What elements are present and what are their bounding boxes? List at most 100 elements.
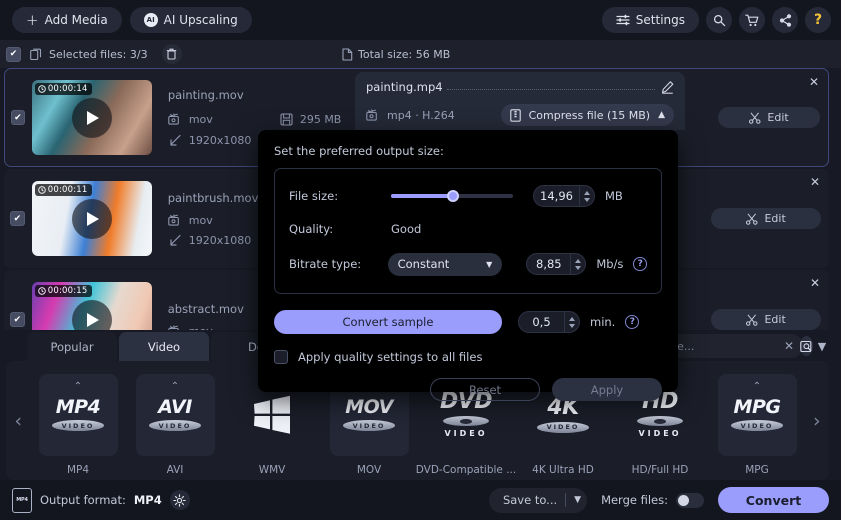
bitrate-unit: Mb/s xyxy=(596,257,624,271)
scissors-icon xyxy=(749,111,761,124)
format-settings-button[interactable] xyxy=(169,490,190,510)
file-size-value[interactable]: 14,96 xyxy=(534,189,579,203)
collapse-presets-button[interactable]: ▼ xyxy=(811,336,833,356)
edit-button[interactable]: Edit xyxy=(718,107,820,128)
bitrate-help-icon[interactable]: ? xyxy=(633,257,647,271)
slider-handle[interactable] xyxy=(447,190,459,202)
merge-files-control[interactable]: Merge files: xyxy=(601,492,704,508)
cart-icon-button[interactable] xyxy=(739,7,765,33)
caret-up-icon[interactable] xyxy=(584,190,590,195)
apply-button[interactable]: Apply xyxy=(552,378,662,401)
video-thumbnail[interactable]: 00:00:15 xyxy=(31,282,152,330)
reset-button[interactable]: Reset xyxy=(430,378,540,401)
stepper-arrows[interactable] xyxy=(579,186,594,206)
bitrate-mode-value: Constant xyxy=(397,257,450,271)
preset-mp4[interactable]: ⌃ MP4 VIDEO MP4 xyxy=(31,373,126,476)
preset-mpg[interactable]: ⌃ MPG VIDEO MPG xyxy=(710,373,805,476)
row-checkbox[interactable]: ✔ xyxy=(11,110,25,125)
fourk-logo-icon: 4K VIDEO xyxy=(537,396,589,433)
preset-label: 4K Ultra HD xyxy=(532,463,594,476)
add-media-button[interactable]: + Add Media xyxy=(12,7,122,33)
caret-up-icon[interactable] xyxy=(569,316,575,321)
apply-label: Apply xyxy=(590,382,624,397)
settings-button[interactable]: Settings xyxy=(601,7,699,33)
gear-icon xyxy=(173,493,186,507)
clapper-icon xyxy=(168,214,179,226)
preset-label: MPG xyxy=(745,463,769,476)
quality-value: Good xyxy=(391,222,422,236)
preset-label: WMV xyxy=(258,463,286,476)
convert-button[interactable]: Convert xyxy=(718,487,829,513)
compress-file-button[interactable]: Compress file (15 MB) ▲ xyxy=(500,104,674,126)
play-button[interactable] xyxy=(71,299,112,330)
dotted-separator xyxy=(446,81,655,90)
caret-down-icon[interactable] xyxy=(575,265,582,270)
scissors-icon xyxy=(746,212,758,225)
edit-button[interactable]: Edit xyxy=(711,309,821,330)
clapper-icon xyxy=(366,109,377,121)
tab-video[interactable]: Video xyxy=(119,332,209,361)
ai-chip-icon: AI xyxy=(143,13,158,27)
output-format: MP4 Output format: MP4 xyxy=(12,487,190,513)
apply-all-checkbox[interactable] xyxy=(274,350,288,364)
file-size-row: File size: 14,96 MB xyxy=(289,183,647,209)
bitrate-value[interactable]: 8,85 xyxy=(527,257,570,271)
remove-file-button[interactable]: ✕ xyxy=(809,76,819,88)
play-button[interactable] xyxy=(71,198,112,239)
sample-value[interactable]: 0,5 xyxy=(519,315,564,329)
presets-prev-button[interactable]: ‹ xyxy=(6,410,31,432)
share-icon-button[interactable] xyxy=(772,7,798,33)
bitrate-type-select[interactable]: Constant ▼ xyxy=(387,252,503,276)
presets-next-button[interactable]: › xyxy=(805,410,830,432)
edit-label: Edit xyxy=(767,111,789,124)
merge-files-toggle[interactable] xyxy=(676,492,704,508)
dialog-title: Set the preferred output size: xyxy=(274,144,444,158)
tab-popular[interactable]: Popular xyxy=(27,332,117,361)
convert-sample-button[interactable]: Convert sample xyxy=(274,310,502,334)
play-triangle-icon xyxy=(87,312,100,327)
remove-file-button[interactable]: ✕ xyxy=(810,176,820,188)
stepper-arrows[interactable] xyxy=(570,254,585,274)
tab-label: Popular xyxy=(50,339,94,354)
duration-text: 00:00:11 xyxy=(47,185,88,195)
file-size-stepper[interactable]: 14,96 xyxy=(533,185,595,207)
resolution-text: 1920x1080 xyxy=(188,233,252,247)
ai-upscaling-button[interactable]: AI AI Upscaling xyxy=(129,7,252,33)
chevron-up-icon: ⌃ xyxy=(752,380,762,392)
compress-label: Compress file (15 MB) xyxy=(528,108,651,122)
search-icon-button[interactable] xyxy=(706,7,732,33)
caret-down-icon[interactable] xyxy=(584,197,590,202)
output-format-label: Output format: xyxy=(40,493,126,507)
sample-help-icon[interactable]: ? xyxy=(625,315,640,329)
play-triangle-icon xyxy=(87,110,100,125)
delete-selected-button[interactable] xyxy=(161,44,182,64)
mp4-logo-icon: MP4 VIDEO xyxy=(52,398,104,431)
video-thumbnail[interactable]: 00:00:11 xyxy=(31,181,152,256)
avi-logo-icon: AVI VIDEO xyxy=(149,398,201,431)
play-button[interactable] xyxy=(71,97,112,138)
stepper-arrows[interactable] xyxy=(564,312,579,332)
preset-label: MOV xyxy=(356,463,382,476)
divider xyxy=(565,493,567,507)
total-size-label: Total size: 56 MB xyxy=(358,47,451,61)
select-all-checkbox[interactable]: ✔ xyxy=(6,46,21,62)
video-thumbnail[interactable]: 00:00:14 xyxy=(31,80,152,155)
save-to-button[interactable]: Save to... ▼ xyxy=(488,487,588,513)
row-checkbox[interactable]: ✔ xyxy=(10,211,25,226)
caret-down-icon[interactable] xyxy=(569,323,575,328)
bitrate-stepper[interactable]: 8,85 xyxy=(526,253,587,275)
row-checkbox[interactable]: ✔ xyxy=(10,312,25,327)
duration-badge: 00:00:11 xyxy=(34,184,92,196)
file-size-slider[interactable] xyxy=(391,190,513,202)
edit-button[interactable]: Edit xyxy=(711,208,821,229)
caret-up-icon[interactable] xyxy=(575,258,582,263)
scissors-icon xyxy=(746,313,758,326)
apply-all-row[interactable]: Apply quality settings to all files xyxy=(274,350,662,364)
sample-length-stepper[interactable]: 0,5 xyxy=(518,311,580,333)
pencil-icon[interactable] xyxy=(661,80,674,94)
clear-search-icon[interactable]: ✕ xyxy=(784,339,794,353)
preset-avi[interactable]: ⌃ AVI VIDEO AVI xyxy=(128,373,223,476)
remove-file-button[interactable]: ✕ xyxy=(810,277,820,289)
top-toolbar: + Add Media AI AI Upscaling Settings ? xyxy=(0,0,841,40)
help-icon-button[interactable]: ? xyxy=(805,7,831,33)
